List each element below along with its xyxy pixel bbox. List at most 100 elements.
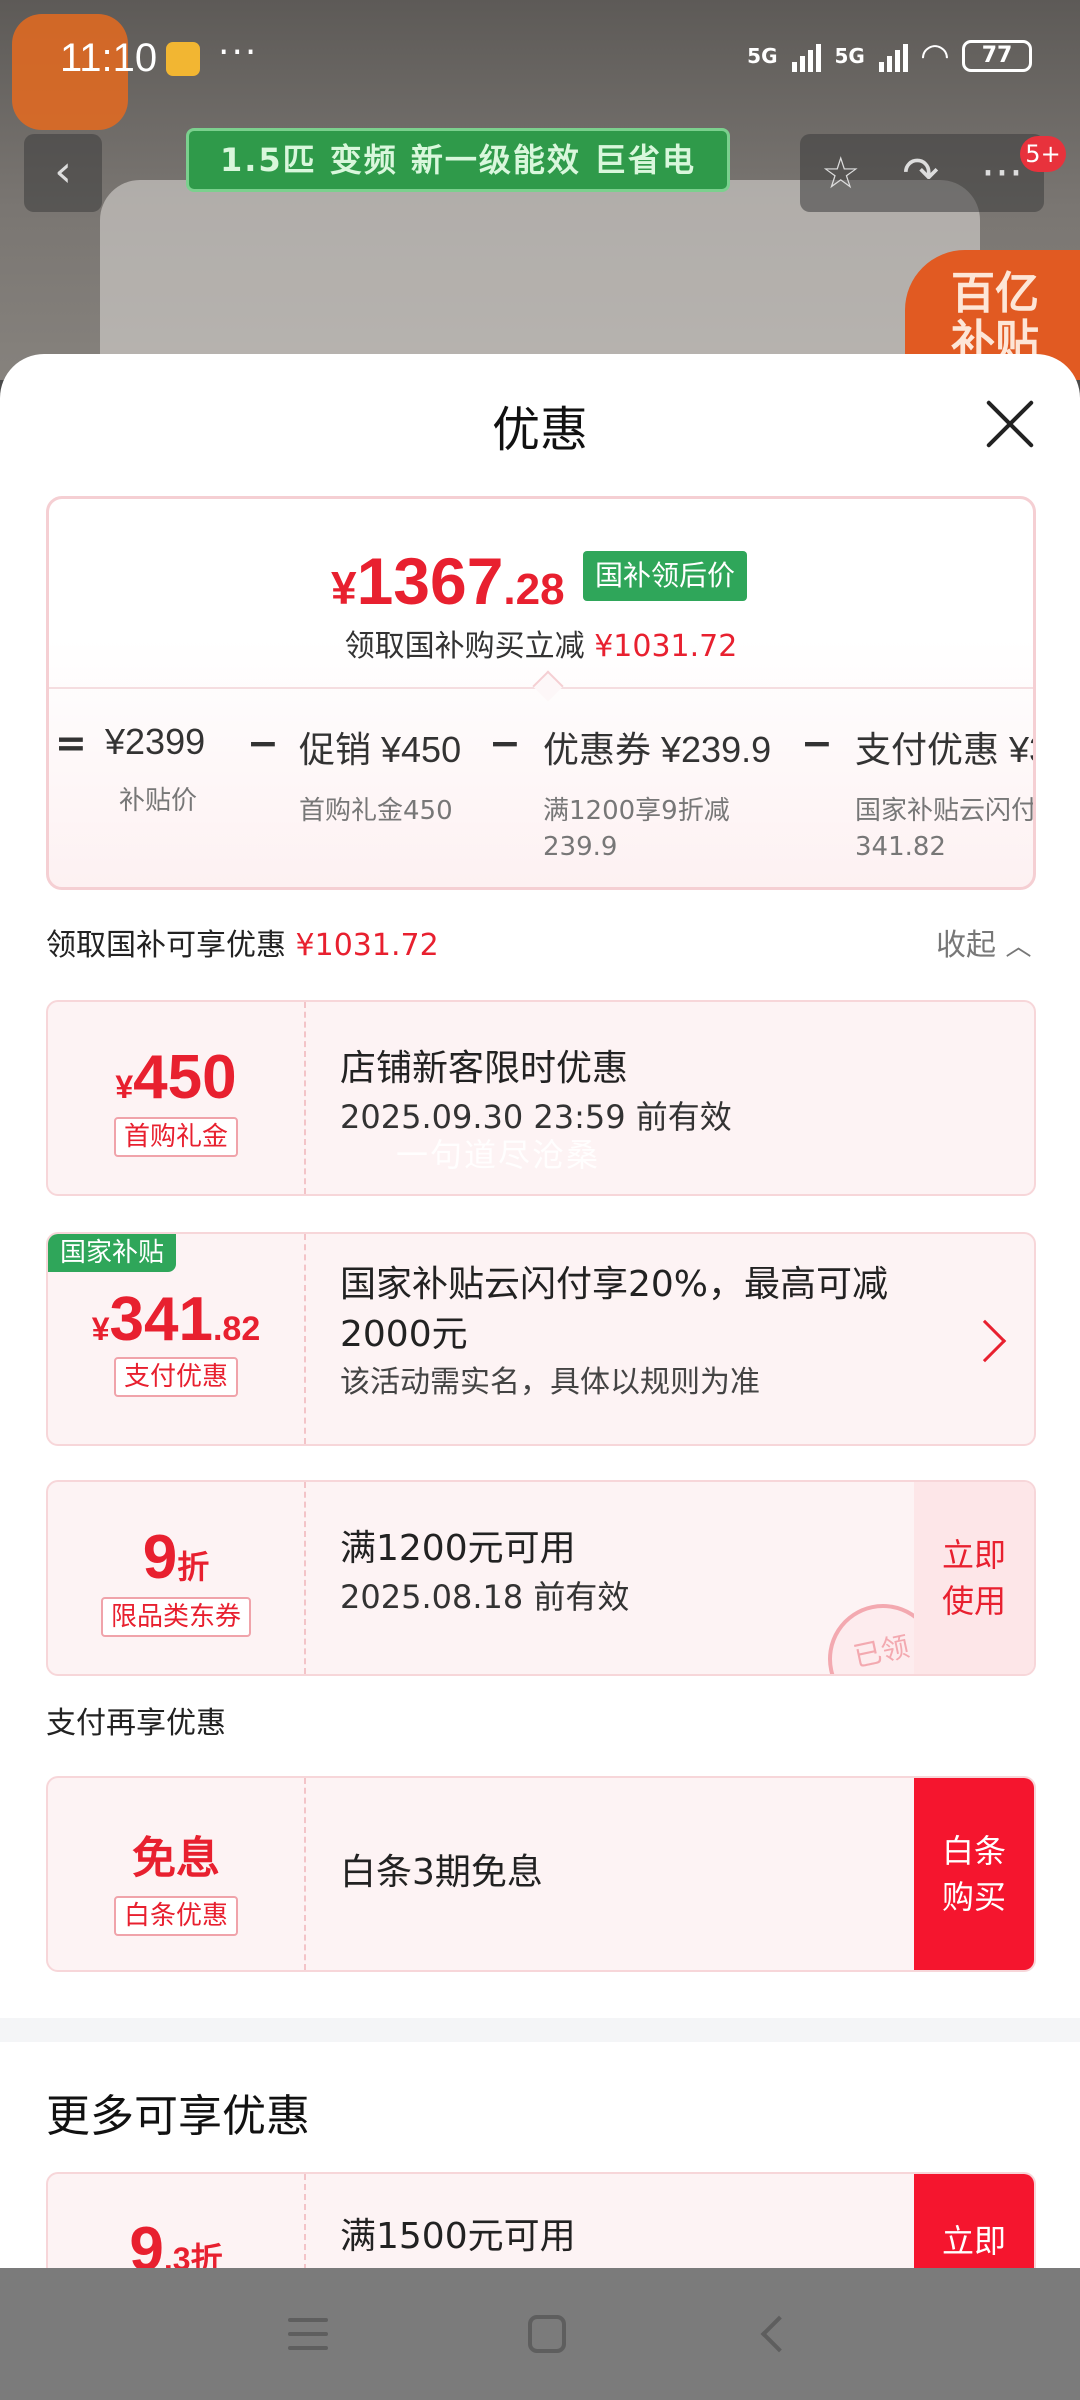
system-back-icon[interactable] xyxy=(760,2315,798,2353)
coupon-info: 国家补贴云闪付享20%，最高可减2000元 该活动需实名，具体以规则为准 xyxy=(340,1260,960,1406)
coupon-amount: 免息 xyxy=(132,1834,220,1883)
breakdown-item: 优惠券 ¥239.9 满1200享9折减 239.9 xyxy=(543,721,771,865)
top-actions: ☆ ↷ ··· xyxy=(800,134,1044,212)
breakdown-item: ¥2399 补贴价 xyxy=(105,721,205,819)
share-icon[interactable]: ↷ xyxy=(902,148,939,199)
coupon-amount-value: 341 xyxy=(109,1285,213,1354)
coupon-value: 9.3折 xyxy=(48,2174,306,2268)
final-price: ¥1367.28 xyxy=(331,543,565,619)
home-icon[interactable] xyxy=(528,2315,566,2353)
back-button[interactable]: ‹ xyxy=(24,134,102,212)
reduce-line: 领取国补购买立减 ¥1031.72 xyxy=(49,621,1033,665)
close-icon[interactable] xyxy=(980,394,1040,454)
section-subsidy-title: 领取国补可享优惠 xyxy=(46,928,286,963)
coupon-type-pill: 首购礼金 xyxy=(113,1117,238,1157)
use-now-label: 立即使用 xyxy=(941,1536,1006,1620)
system-nav-bar xyxy=(0,2268,1080,2400)
coupon-amount-value: 9 xyxy=(129,2215,164,2268)
collapse-label: 收起 xyxy=(936,928,996,963)
breakdown-sub: 首购礼金450 xyxy=(299,796,453,826)
breakdown-op: − xyxy=(801,721,833,765)
more-use-now-button[interactable]: 立即 xyxy=(914,2174,1034,2268)
breakdown-item: 支付优惠 ¥3 国家补贴云闪付 341.82 xyxy=(855,721,1036,865)
sheet-title: 优惠 xyxy=(491,402,588,458)
breakdown-sub: 国家补贴云闪付 341.82 xyxy=(855,796,1036,862)
battery-icon: 77 xyxy=(962,40,1032,72)
coupon-amount-value: 450 xyxy=(133,1043,237,1112)
coupon-title: 满1500元可用 xyxy=(340,2216,576,2257)
breakdown-sub: 补贴价 xyxy=(119,786,198,816)
cart-badge: 5+ xyxy=(1020,136,1066,172)
price-summary-card: ¥1367.28 国补领后价 领取国补购买立减 ¥1031.72 = ¥2399… xyxy=(46,496,1036,890)
more-menu-icon[interactable]: ··· xyxy=(981,148,1023,199)
baitiao-buy-label: 白条购买 xyxy=(941,1832,1006,1916)
coupon-info: 满1200元可用 2025.08.18 前有效 xyxy=(340,1524,629,1620)
coupon-hint: 该活动需实名，具体以规则为准 xyxy=(340,1365,760,1400)
coupon-title: 店铺新客限时优惠 xyxy=(340,1048,629,1089)
breakdown-op: − xyxy=(247,721,279,765)
discount-sheet: 优惠 ¥1367.28 国补领后价 领取国补购买立减 ¥1031.72 = ¥2… xyxy=(0,354,1080,2268)
coupon-value: ¥341.82 支付优惠 xyxy=(48,1234,306,1444)
coupon-value: ¥450 首购礼金 xyxy=(48,1002,306,1194)
coupon-baitiao[interactable]: 免息 白条优惠 白条3期免息 白条购买 xyxy=(46,1776,1036,1972)
final-price-integer: 1367 xyxy=(356,544,504,618)
breakdown-label: 支付优惠 ¥3 xyxy=(855,729,1036,770)
section-subsidy-amount: ¥1031.72 xyxy=(295,928,439,963)
collapse-toggle[interactable]: 收起 ︿ xyxy=(936,920,1032,964)
use-now-button[interactable]: 立即使用 xyxy=(914,1482,1034,1674)
chevron-right-icon xyxy=(963,1319,1007,1363)
reduce-amount: ¥1031.72 xyxy=(594,629,738,664)
recent-apps-icon[interactable] xyxy=(288,2318,328,2350)
coupon-unit: 折 xyxy=(177,1549,210,1585)
coupon-currency: ¥ xyxy=(115,1069,134,1105)
coupon-category-discount[interactable]: 9折 限品类东券 满1200元可用 2025.08.18 前有效 已领 立即使用 xyxy=(46,1480,1036,1676)
coupon-amount: 9.3折 xyxy=(48,2214,304,2268)
breakdown-op: = xyxy=(55,721,87,765)
coupon-info: 白条3期免息 xyxy=(340,1848,543,1898)
coupon-amount: ¥341.82 xyxy=(48,1284,304,1355)
breakdown-op: − xyxy=(489,721,521,765)
coupon-title: 白条3期免息 xyxy=(340,1852,543,1893)
coupon-currency: ¥ xyxy=(91,1311,110,1347)
baitiao-buy-button[interactable]: 白条购买 xyxy=(914,1778,1034,1970)
signal-label-2: 5G xyxy=(834,44,865,68)
more-notifications-icon: ··· xyxy=(218,32,259,73)
price-breakdown[interactable]: = ¥2399 补贴价 − 促销 ¥450 首购礼金450 − 优惠券 ¥239… xyxy=(49,721,1033,881)
coupon-amount: 9折 xyxy=(48,1522,304,1593)
favorite-star-icon[interactable]: ☆ xyxy=(821,148,860,199)
coupon-amount-decimal: .82 xyxy=(212,1310,261,1348)
coupon-value: 9折 限品类东券 xyxy=(48,1482,306,1674)
coupon-info: 店铺新客限时优惠 2025.09.30 23:59 前有效 xyxy=(340,1044,732,1140)
status-time: 11:10 xyxy=(60,36,158,80)
coupon-type-pill: 白条优惠 xyxy=(113,1896,238,1936)
coupon-amount: ¥450 xyxy=(48,1042,304,1113)
coupon-validity: 2025.08.18 前有效 xyxy=(340,1578,630,1616)
reduce-text: 领取国补购买立减 xyxy=(344,629,585,664)
overlay-caption: 一句道尽沧桑 xyxy=(396,1136,601,1174)
coupon-national-subsidy[interactable]: 国家补贴 ¥341.82 支付优惠 国家补贴云闪付享20%，最高可减2000元 … xyxy=(46,1232,1036,1446)
price-type-tag: 国补领后价 xyxy=(583,551,748,601)
coupon-value: 免息 白条优惠 xyxy=(48,1778,306,1970)
more-use-now-label: 立即 xyxy=(941,2222,1006,2260)
section-subsidy-header: 领取国补可享优惠 ¥1031.72 xyxy=(46,920,439,964)
pointer-notch xyxy=(532,670,564,702)
signal-label-1: 5G xyxy=(747,44,778,68)
final-price-decimal: .28 xyxy=(503,565,565,614)
coupon-title: 国家补贴云闪付享20%，最高可减2000元 xyxy=(340,1264,889,1355)
breakdown-item: 促销 ¥450 首购礼金450 xyxy=(299,721,461,829)
coupon-type-pill: 支付优惠 xyxy=(113,1357,238,1397)
breakdown-label: 优惠券 ¥239.9 xyxy=(543,729,772,770)
section-gap xyxy=(0,2018,1080,2042)
coupon-more[interactable]: 9.3折 满1500元可用 立即 xyxy=(46,2172,1036,2268)
signal-icon-1 xyxy=(791,40,821,72)
breakdown-sub: 满1200享9折减 239.9 xyxy=(543,796,730,862)
coupon-info: 满1500元可用 xyxy=(340,2212,576,2262)
coupon-title: 满1200元可用 xyxy=(340,1528,576,1569)
coupon-amount-decimal: .3折 xyxy=(163,2241,223,2268)
wifi-icon: ◠ xyxy=(921,36,948,76)
product-banner: 1.5匹 变频 新一级能效 巨省电 xyxy=(186,128,730,192)
final-price-currency: ¥ xyxy=(331,562,357,614)
notification-icon xyxy=(166,42,200,76)
status-bar: 11:10 ··· 5G 5G ◠ 77 xyxy=(0,0,1080,120)
coupon-amount-value: 9 xyxy=(142,1523,178,1592)
